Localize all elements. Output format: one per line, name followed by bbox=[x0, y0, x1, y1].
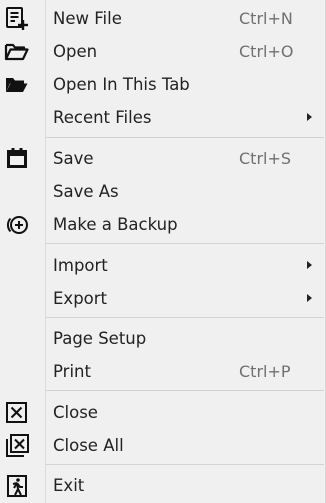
menu-item-label: Close bbox=[53, 403, 98, 422]
menu-item-close-all[interactable]: Close All bbox=[0, 429, 325, 462]
menu-item-shortcut: Ctrl+P bbox=[239, 362, 291, 381]
close-icon bbox=[3, 399, 31, 427]
close-all-icon bbox=[3, 432, 31, 460]
menu-item-shortcut: Ctrl+O bbox=[239, 42, 294, 61]
menu-item-label: New File bbox=[53, 9, 122, 28]
backup-icon bbox=[3, 211, 31, 239]
exit-icon bbox=[3, 472, 31, 500]
menu-item-label: Print bbox=[53, 362, 91, 381]
menu-item-print[interactable]: Print Ctrl+P bbox=[0, 355, 325, 388]
menu-item-new-file[interactable]: New File Ctrl+N bbox=[0, 2, 325, 35]
menu-item-label: Export bbox=[53, 289, 108, 308]
new-file-icon bbox=[3, 5, 31, 33]
menu-item-label: Exit bbox=[53, 476, 85, 495]
submenu-arrow-icon bbox=[307, 261, 312, 269]
menu-item-page-setup[interactable]: Page Setup bbox=[0, 322, 325, 355]
menu-item-label: Open bbox=[53, 42, 98, 61]
menu-item-save-as[interactable]: Save As bbox=[0, 175, 325, 208]
menu-separator bbox=[46, 243, 324, 244]
submenu-arrow-icon bbox=[307, 294, 312, 302]
menu-item-label: Close All bbox=[53, 436, 124, 455]
menu-item-export[interactable]: Export bbox=[0, 282, 325, 315]
open-folder-filled-icon bbox=[3, 71, 31, 99]
menu-item-label: Page Setup bbox=[53, 329, 147, 348]
menu-item-shortcut: Ctrl+N bbox=[239, 9, 293, 28]
menu-separator bbox=[46, 317, 324, 318]
menu-item-import[interactable]: Import bbox=[0, 249, 325, 282]
menu-item-exit[interactable]: Exit bbox=[0, 469, 325, 502]
menu-item-close[interactable]: Close bbox=[0, 396, 325, 429]
menu-item-label: Import bbox=[53, 256, 108, 275]
menu-item-label: Save As bbox=[53, 182, 119, 201]
menu-item-recent-files[interactable]: Recent Files bbox=[0, 101, 325, 134]
menu-separator bbox=[46, 137, 324, 138]
menu-item-label: Recent Files bbox=[53, 108, 152, 127]
menu-item-open-in-this-tab[interactable]: Open In This Tab bbox=[0, 68, 325, 101]
menu-item-shortcut: Ctrl+S bbox=[239, 149, 292, 168]
menu-item-open[interactable]: Open Ctrl+O bbox=[0, 35, 325, 68]
submenu-arrow-icon bbox=[307, 113, 312, 121]
menu-item-label: Make a Backup bbox=[53, 215, 178, 234]
menu-item-save[interactable]: Save Ctrl+S bbox=[0, 142, 325, 175]
open-folder-icon bbox=[3, 38, 31, 66]
menu-item-make-a-backup[interactable]: Make a Backup bbox=[0, 208, 325, 241]
file-menu: New File Ctrl+N Open Ctrl+O Open In This… bbox=[0, 0, 326, 503]
menu-separator bbox=[46, 464, 324, 465]
save-icon bbox=[3, 145, 31, 173]
menu-item-label: Save bbox=[53, 149, 94, 168]
menu-item-label: Open In This Tab bbox=[53, 75, 190, 94]
menu-separator bbox=[46, 390, 324, 391]
